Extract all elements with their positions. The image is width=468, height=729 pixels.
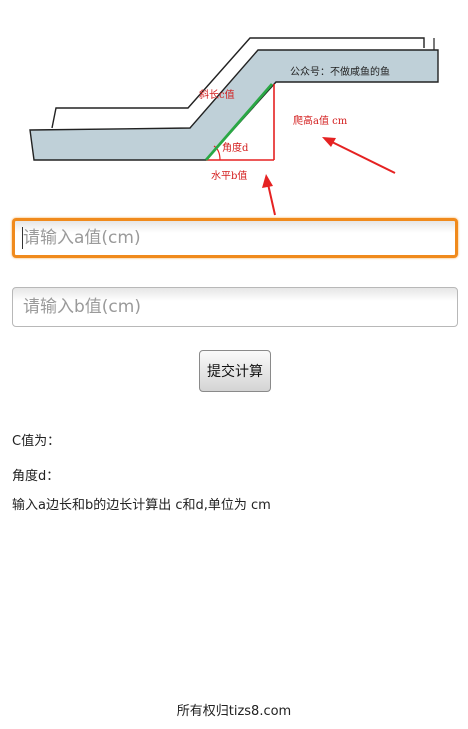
- wechat-label: 公众号：不做咸鱼的鱼: [290, 65, 390, 78]
- page: 公众号：不做咸鱼的鱼 斜长c值 爬高a值 cm 角度d 水平b值 提交计算 C值…: [0, 0, 468, 729]
- label-a: 爬高a值 cm: [293, 114, 348, 127]
- footer-copyright: 所有权归tizs8.com: [176, 704, 292, 719]
- arrow-to-height: [322, 137, 396, 174]
- hint-text: 输入a边长和b的边长计算出 c和d,单位为 cm: [12, 498, 271, 513]
- arrow-to-base: [262, 174, 276, 216]
- input-a[interactable]: [12, 218, 458, 258]
- result-c: C值为：: [12, 434, 61, 449]
- label-c: 斜长c值: [199, 88, 235, 101]
- label-b: 水平b值: [211, 169, 247, 182]
- result-d: 角度d：: [12, 469, 60, 484]
- stair-diagram: 公众号：不做咸鱼的鱼 斜长c值 爬高a值 cm 角度d 水平b值: [29, 37, 439, 216]
- input-b[interactable]: [12, 287, 458, 327]
- text-cursor: [22, 227, 23, 249]
- label-angle: 角度d: [222, 141, 249, 154]
- submit-button[interactable]: 提交计算: [199, 350, 271, 392]
